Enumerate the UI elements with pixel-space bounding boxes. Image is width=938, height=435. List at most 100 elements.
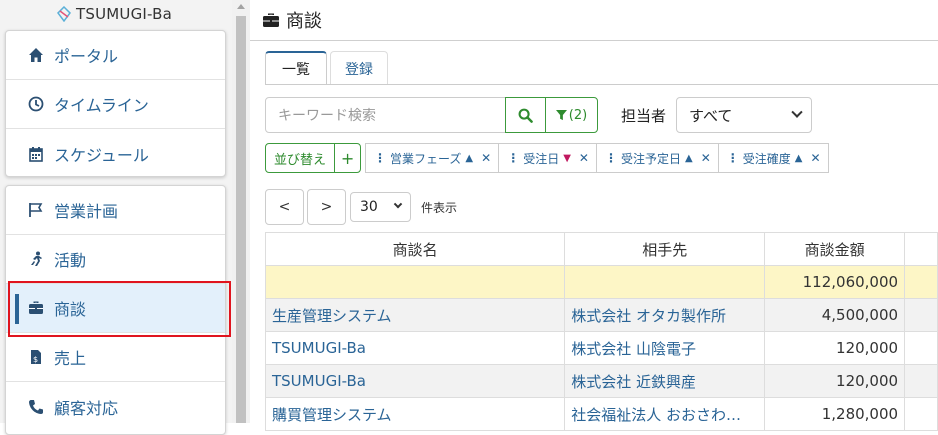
deal-amount: 1,280,000	[764, 397, 906, 431]
sort-chip-label: 営業フェーズ	[390, 151, 462, 166]
deal-name-link[interactable]: 購買管理システム	[264, 397, 566, 431]
per-page-value: 30	[360, 199, 378, 215]
sort-chip-label: 受注日	[523, 151, 560, 166]
deal-amount: 4,500,000	[764, 298, 906, 332]
prev-page-button[interactable]: <	[265, 189, 304, 225]
table-row[interactable]: TSUMUGI-Ba 株式会社 近鉄興産 120,000	[264, 364, 938, 398]
nav-group-main: ポータル タイムライン スケジュール	[5, 30, 226, 177]
sort-chip-label: 受注予定日	[620, 151, 681, 166]
search-icon	[518, 108, 533, 123]
client-link[interactable]: 株式会社 オタカ製作所	[564, 298, 766, 332]
tab-register[interactable]: 登録	[330, 51, 388, 85]
sort-chip-probability[interactable]: ⋮ 受注確度 ▲ ✕	[717, 143, 829, 173]
table-row[interactable]: TSUMUGI-Ba 株式会社 山陰電子 120,000	[264, 331, 938, 365]
sidebar-scrollbar[interactable]	[232, 0, 250, 423]
selection-highlight	[8, 281, 231, 337]
table-row[interactable]: 購買管理システム 社会福祉法人 おおさわ… 1,280,000	[264, 397, 938, 431]
app-logo[interactable]: TSUMUGI-Ba	[56, 4, 172, 24]
deal-name-link[interactable]: TSUMUGI-Ba	[264, 331, 566, 365]
close-icon[interactable]: ✕	[701, 151, 711, 165]
sort-asc-icon[interactable]: ▲	[465, 153, 473, 164]
column-header-amount[interactable]: 商談金額	[764, 232, 906, 266]
sidebar-item-customer-support[interactable]: 顧客対応	[6, 382, 225, 431]
chevron-down-icon	[791, 106, 803, 118]
close-icon[interactable]: ✕	[810, 151, 820, 165]
sort-chip-order-date[interactable]: ⋮ 受注日 ▼ ✕	[498, 143, 597, 173]
pager: < > 30 件表示	[265, 189, 457, 225]
per-page-select[interactable]: 30	[350, 192, 411, 222]
deal-amount: 120,000	[764, 364, 906, 398]
drag-handle-icon[interactable]: ⋮	[605, 151, 617, 165]
logo-icon	[57, 6, 71, 22]
sort-asc-icon[interactable]: ▲	[795, 153, 803, 164]
column-header-deal-name[interactable]: 商談名	[264, 232, 566, 266]
chevron-down-icon	[393, 199, 403, 209]
tab-list[interactable]: 一覧	[265, 51, 327, 85]
page-header: 商談	[250, 0, 938, 41]
total-amount: 112,060,000	[764, 265, 906, 299]
owner-select-value: すべて	[689, 106, 733, 125]
sidebar-item-sales-plan[interactable]: 営業計画	[6, 186, 225, 235]
sidebar: TSUMUGI-Ba ポータル タイムライン スケジュール 営業計画 活動 商談…	[0, 0, 232, 435]
sidebar-item-label: スケジュール	[54, 145, 149, 165]
sort-chip-phase[interactable]: ⋮ 営業フェーズ ▲ ✕	[365, 143, 500, 173]
filter-button[interactable]: (2)	[545, 97, 598, 133]
scroll-thumb[interactable]	[236, 16, 246, 423]
flag-icon	[28, 202, 44, 218]
sort-chip-expected-date[interactable]: ⋮ 受注予定日 ▲ ✕	[595, 143, 719, 173]
total-row: 112,060,000	[264, 265, 938, 299]
calendar-icon	[28, 146, 44, 162]
owner-select[interactable]: すべて	[676, 97, 813, 133]
drag-handle-icon[interactable]: ⋮	[727, 151, 739, 165]
close-icon[interactable]: ✕	[481, 151, 491, 165]
search-row: キーワード検索 (2) 担当者 すべて	[265, 97, 813, 133]
sort-chip-label: 受注確度	[742, 151, 791, 166]
next-page-button[interactable]: >	[307, 189, 346, 225]
phone-icon	[28, 399, 44, 415]
sort-asc-icon[interactable]: ▲	[685, 153, 693, 164]
column-header-client[interactable]: 相手先	[564, 232, 766, 266]
sort-button[interactable]: 並び替え	[265, 143, 336, 173]
briefcase-icon	[263, 13, 279, 27]
tab-bar: 一覧 登録	[265, 51, 391, 85]
drag-handle-icon[interactable]: ⋮	[374, 151, 386, 165]
owner-label: 担当者	[621, 106, 667, 125]
running-icon	[28, 251, 44, 267]
client-link[interactable]: 株式会社 山陰電子	[564, 331, 766, 365]
home-icon	[28, 47, 44, 63]
svg-text:$: $	[33, 355, 38, 364]
per-page-label: 件表示	[421, 200, 458, 215]
search-button[interactable]	[505, 97, 546, 133]
scroll-up-icon[interactable]	[237, 4, 245, 9]
close-icon[interactable]: ✕	[579, 151, 589, 165]
invoice-icon: $	[28, 349, 44, 365]
sidebar-item-label: 顧客対応	[54, 398, 119, 418]
sidebar-item-sales[interactable]: $ 売上	[6, 333, 225, 382]
sidebar-item-label: タイムライン	[54, 96, 149, 115]
deal-amount: 120,000	[764, 331, 906, 365]
sidebar-item-schedule[interactable]: スケジュール	[6, 129, 225, 176]
tab-divider	[265, 84, 938, 85]
search-input[interactable]: キーワード検索	[265, 97, 506, 133]
sidebar-item-label: 営業計画	[54, 202, 119, 221]
sidebar-item-label: 活動	[54, 251, 87, 270]
sidebar-item-activity[interactable]: 活動	[6, 235, 225, 284]
deals-table: 商談名 相手先 商談金額 112,060,000 生産管理システム 株式会社 オ…	[264, 232, 938, 431]
table-header-row: 商談名 相手先 商談金額	[264, 232, 938, 266]
sidebar-item-timeline[interactable]: タイムライン	[6, 80, 225, 129]
add-sort-button[interactable]: +	[334, 143, 362, 173]
sidebar-item-portal[interactable]: ポータル	[6, 31, 225, 80]
logo-text: TSUMUGI-Ba	[76, 5, 172, 23]
sort-desc-icon[interactable]: ▼	[563, 153, 571, 164]
client-link[interactable]: 社会福祉法人 おおさわ…	[564, 397, 766, 431]
table-row[interactable]: 生産管理システム 株式会社 オタカ製作所 4,500,000	[264, 298, 938, 332]
filter-count: (2)	[568, 107, 588, 123]
deal-name-link[interactable]: 生産管理システム	[264, 298, 566, 332]
deal-name-link[interactable]: TSUMUGI-Ba	[264, 364, 566, 398]
drag-handle-icon[interactable]: ⋮	[507, 151, 519, 165]
client-link[interactable]: 株式会社 近鉄興産	[564, 364, 766, 398]
sidebar-item-label: 売上	[54, 349, 87, 368]
column-header-extra	[904, 232, 938, 266]
sort-row: 並び替え + ⋮ 営業フェーズ ▲ ✕ ⋮ 受注日 ▼ ✕ ⋮ 受注予定日 ▲ …	[265, 143, 829, 173]
main-content: 商談 一覧 登録 キーワード検索 (2) 担当者 すべて 並び替え + ⋮ 営業…	[250, 0, 938, 431]
